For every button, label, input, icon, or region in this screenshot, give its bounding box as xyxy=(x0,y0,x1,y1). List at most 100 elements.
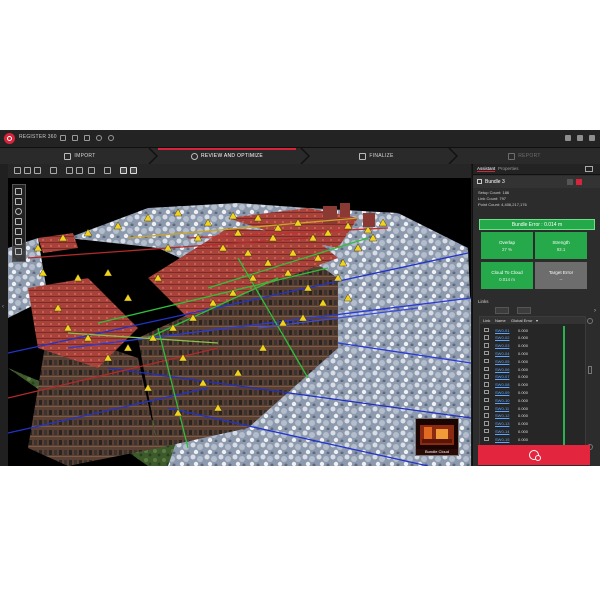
pointer-icon[interactable] xyxy=(15,188,22,195)
row-checkbox[interactable] xyxy=(484,343,489,348)
panel-layout-icon[interactable] xyxy=(585,166,593,172)
sort-desc-icon: ▾ xyxy=(536,318,539,323)
table-row[interactable]: SW0-05 0.000 xyxy=(480,357,585,365)
link-name[interactable]: SW0-06 xyxy=(495,367,509,372)
pencil-icon[interactable] xyxy=(104,167,111,174)
link-name[interactable]: SW0-10 xyxy=(495,398,509,403)
table-row[interactable]: SW0-02 0.000 xyxy=(480,334,585,342)
table-row[interactable]: SW0-14 0.000 xyxy=(480,427,585,435)
camera-icon[interactable] xyxy=(50,167,57,174)
tile-strength[interactable]: Strength 93.1 xyxy=(535,232,587,259)
link-name[interactable]: SW0-07 xyxy=(495,374,509,379)
row-checkbox[interactable] xyxy=(484,436,489,442)
link-name[interactable]: SW0-05 xyxy=(495,359,509,364)
table-row[interactable]: SW0-07 0.000 xyxy=(480,373,585,381)
point-cloud-viewport[interactable]: Bundle Cloud xyxy=(8,178,471,466)
measure-icon[interactable] xyxy=(130,167,137,174)
link-name[interactable]: SW0-11 xyxy=(495,406,509,411)
link-add-icon[interactable] xyxy=(495,307,509,314)
table-row[interactable]: SW0-03 0.000 xyxy=(480,342,585,350)
link-name[interactable]: SW0-08 xyxy=(495,382,509,387)
tile-target-error[interactable]: Target Error -- xyxy=(535,262,587,289)
table-row[interactable]: SW0-11 0.000 xyxy=(480,404,585,412)
save-icon[interactable] xyxy=(72,135,78,141)
optimize-button[interactable] xyxy=(478,445,590,465)
row-checkbox[interactable] xyxy=(484,358,489,364)
row-checkbox[interactable] xyxy=(484,421,489,426)
orbit-icon[interactable] xyxy=(15,208,22,215)
minimize-icon[interactable] xyxy=(565,135,571,141)
table-row[interactable]: SW0-13 0.000 xyxy=(480,420,585,428)
col-global-error[interactable]: Global Error xyxy=(511,318,533,323)
row-checkbox[interactable] xyxy=(484,350,489,356)
link-global-error: 0.000 xyxy=(518,327,529,333)
row-checkbox[interactable] xyxy=(484,382,489,387)
warning-markers-icon[interactable] xyxy=(120,167,127,174)
select-icon[interactable] xyxy=(14,167,21,174)
link-name[interactable]: SW0-03 xyxy=(495,343,509,348)
tab-assistant[interactable]: Assistant xyxy=(477,166,496,172)
table-row[interactable]: SW0-15 0.000 xyxy=(480,435,585,443)
tile-overlap[interactable]: Overlap 27 % xyxy=(481,232,533,259)
row-checkbox[interactable] xyxy=(484,405,489,410)
tools-icon[interactable] xyxy=(34,167,41,174)
table-row[interactable]: SW0-06 0.000 xyxy=(480,365,585,373)
row-checkbox[interactable] xyxy=(484,327,489,332)
workflow-step-review[interactable]: REVIEW AND OPTIMIZE xyxy=(152,148,302,164)
row-checkbox[interactable] xyxy=(484,389,489,395)
link-name[interactable]: SW0-12 xyxy=(495,413,509,418)
reset-view-icon[interactable] xyxy=(15,248,22,255)
table-row[interactable]: SW0-04 0.000 xyxy=(480,349,585,357)
row-checkbox[interactable] xyxy=(484,428,489,434)
table-row[interactable]: SW0-09 0.000 xyxy=(480,388,585,396)
view-toggle-icon[interactable] xyxy=(567,179,573,185)
link-name[interactable]: SW0-01 xyxy=(495,328,509,333)
scroll-thumb[interactable] xyxy=(588,366,592,374)
table-row[interactable]: SW0-08 0.000 xyxy=(480,381,585,389)
link-name[interactable]: SW0-13 xyxy=(495,421,509,426)
tab-properties[interactable]: Properties xyxy=(498,166,519,171)
workflow-step-finalize[interactable]: FINALIZE xyxy=(304,148,449,164)
row-checkbox[interactable] xyxy=(484,413,489,418)
table-row[interactable]: SW0-12 0.000 xyxy=(480,412,585,420)
fit-icon[interactable] xyxy=(15,218,22,225)
chevron-right-icon[interactable]: › xyxy=(594,308,596,314)
col-link[interactable]: Link xyxy=(483,318,490,323)
walk-icon[interactable] xyxy=(15,238,22,245)
link-name[interactable]: SW0-04 xyxy=(495,351,509,356)
maximize-icon[interactable] xyxy=(577,135,583,141)
view-mode-icon[interactable] xyxy=(66,167,73,174)
display-icon[interactable] xyxy=(76,167,83,174)
tile-cloud-to-cloud[interactable]: Cloud To Cloud 0.014 m xyxy=(481,262,533,289)
table-row[interactable]: SW0-01 0.000 xyxy=(480,326,585,334)
row-checkbox[interactable] xyxy=(484,335,489,340)
bundle-error-bar[interactable]: Bundle Error : 0.014 m xyxy=(479,219,595,230)
workflow-step-import[interactable]: IMPORT xyxy=(10,148,150,164)
link-name[interactable]: SW0-02 xyxy=(495,335,509,340)
row-checkbox[interactable] xyxy=(484,366,489,371)
workflow-step-report[interactable]: REPORT xyxy=(452,148,597,164)
row-checkbox[interactable] xyxy=(484,374,489,379)
close-icon[interactable] xyxy=(589,135,595,141)
link-name[interactable]: SW0-15 xyxy=(495,437,509,442)
link-name[interactable]: SW0-09 xyxy=(495,390,509,395)
tile-value: 27 % xyxy=(501,246,512,252)
col-name[interactable]: Name xyxy=(495,318,506,323)
table-row[interactable]: SW0-10 0.000 xyxy=(480,396,585,404)
folder-open-icon[interactable] xyxy=(60,135,66,141)
color-toggle-icon[interactable] xyxy=(576,179,582,185)
layers-icon[interactable] xyxy=(24,167,31,174)
bundle-cloud-thumbnail[interactable]: Bundle Cloud xyxy=(415,418,459,456)
link-remove-icon[interactable] xyxy=(517,307,531,314)
bundle-cloud-preview xyxy=(416,419,458,449)
info-icon[interactable] xyxy=(108,135,114,141)
settings-icon[interactable] xyxy=(84,135,90,141)
help-icon[interactable] xyxy=(96,135,102,141)
scroll-up-icon[interactable] xyxy=(587,318,593,324)
row-checkbox[interactable] xyxy=(484,397,489,403)
pan-icon[interactable] xyxy=(15,228,22,235)
box-select-icon[interactable] xyxy=(15,198,22,205)
links-scrollbar[interactable] xyxy=(586,316,594,456)
grid-icon[interactable] xyxy=(88,167,95,174)
link-name[interactable]: SW0-14 xyxy=(495,429,509,434)
